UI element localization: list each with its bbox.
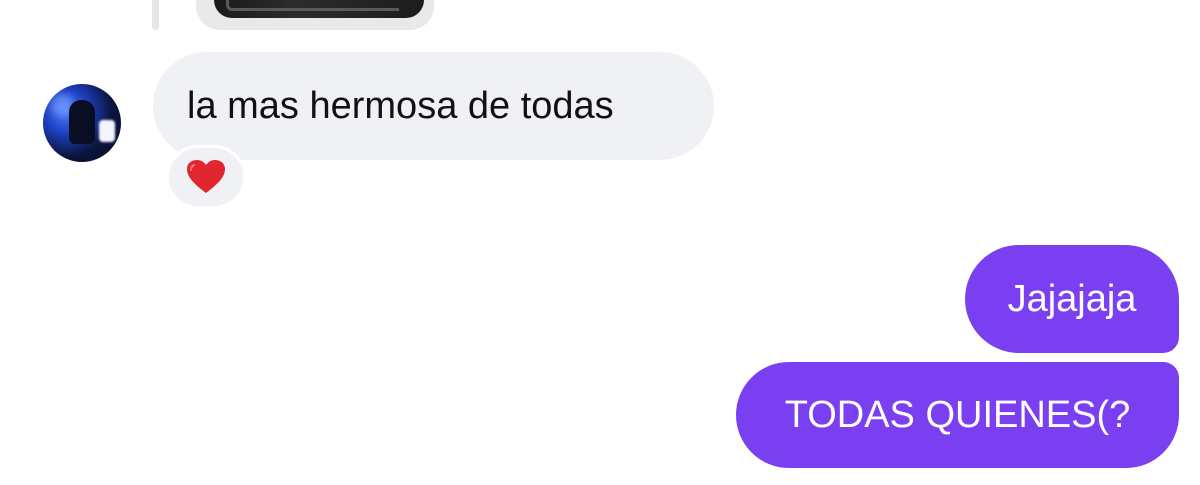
incoming-message-text: la mas hermosa de todas xyxy=(187,84,614,127)
heart-emoji-icon xyxy=(187,160,225,193)
sender-avatar[interactable] xyxy=(43,84,121,162)
outgoing-message-bubble[interactable]: Jajajaja xyxy=(965,245,1179,353)
outgoing-message-text: TODAS QUIENES(? xyxy=(784,393,1131,436)
reply-thread-line xyxy=(152,0,159,30)
shared-photo-message[interactable] xyxy=(196,0,434,30)
shared-photo-detail xyxy=(226,0,399,11)
message-reaction[interactable] xyxy=(166,145,246,209)
incoming-message-bubble[interactable]: la mas hermosa de todas xyxy=(153,52,714,160)
avatar-bright-spot xyxy=(99,120,115,142)
avatar-figure xyxy=(69,100,95,144)
outgoing-message-bubble[interactable]: TODAS QUIENES(? xyxy=(736,362,1179,468)
outgoing-message-text: Jajajaja xyxy=(1007,277,1137,320)
